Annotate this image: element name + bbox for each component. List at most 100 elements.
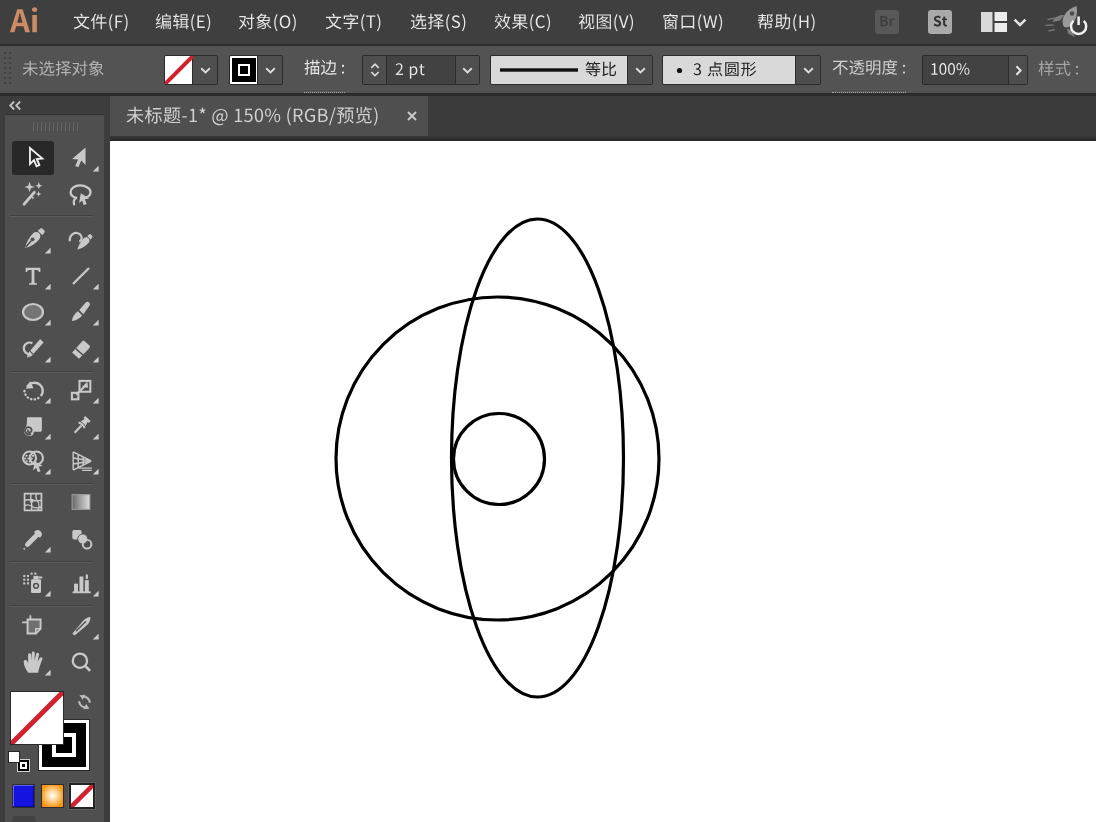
controlbar-grip[interactable] [2, 50, 12, 88]
eraser-tool[interactable] [60, 332, 102, 366]
flyout-triangle-icon [44, 468, 51, 475]
opacity-expand-button[interactable] [1009, 56, 1027, 84]
menu-object[interactable]: 对象(O) [238, 0, 298, 44]
gradient-tool[interactable] [60, 485, 102, 519]
column-graph-icon [68, 570, 94, 596]
direct-selection-icon [68, 145, 94, 171]
flyout-triangle-icon [92, 165, 99, 172]
magic-wand-tool[interactable] [12, 178, 54, 212]
flyout-triangle-icon [44, 247, 51, 254]
brush-select[interactable]: 3 点圆形 [663, 56, 796, 84]
lasso-tool[interactable] [60, 178, 102, 212]
puppet-warp-tool[interactable] [60, 409, 102, 443]
large-circle-shape[interactable] [336, 297, 659, 620]
flyout-triangle-icon [92, 356, 99, 363]
workspace-switcher-icon[interactable] [980, 11, 1008, 33]
opacity-field[interactable]: 100% [923, 56, 1009, 84]
menu-effect[interactable]: 效果(C) [494, 0, 552, 44]
line-segment-tool[interactable] [60, 259, 102, 293]
slice-tool[interactable] [60, 609, 102, 643]
blend-tool[interactable] [60, 522, 102, 556]
chevron-up-icon [370, 63, 380, 69]
opacity-control: 100% [922, 55, 1028, 85]
artboard-tool[interactable] [12, 609, 54, 643]
zoom-tool[interactable] [60, 645, 102, 679]
shape-builder-tool[interactable] [12, 444, 54, 478]
toolbar-separator [10, 371, 93, 372]
warp-tool[interactable] [12, 409, 54, 443]
stroke-chevron-button[interactable] [258, 56, 282, 84]
flyout-triangle-icon [92, 633, 99, 640]
flyout-triangle-icon [44, 546, 51, 553]
flyout-triangle-icon [92, 433, 99, 440]
type-tool[interactable] [12, 259, 54, 293]
mesh-tool[interactable] [12, 485, 54, 519]
perspective-grid-icon [68, 448, 94, 474]
gradient-mode-button[interactable] [41, 784, 64, 808]
flyout-triangle-icon [44, 433, 51, 440]
draw-mode-button[interactable] [12, 816, 36, 822]
stock-button[interactable]: St [928, 10, 952, 34]
eyedropper-tool[interactable] [12, 522, 54, 556]
tools-panel-grip[interactable] [33, 122, 79, 131]
curvature-icon [68, 227, 94, 253]
menu-select[interactable]: 选择(S) [410, 0, 467, 44]
chevron-right-icon [1015, 65, 1022, 76]
fill-swatch[interactable] [165, 56, 193, 84]
width-profile-select[interactable]: 等比 [491, 56, 628, 84]
pen-icon [20, 227, 46, 253]
lasso-icon [68, 182, 94, 208]
gpu-performance-icon[interactable] [1044, 2, 1090, 42]
paintbrush-tool[interactable] [60, 295, 102, 329]
stroke-weight-stepper[interactable] [363, 56, 387, 84]
selection-tool[interactable] [12, 141, 54, 175]
stroke-weight-label[interactable]: 描边 : [304, 46, 345, 93]
hand-tool[interactable] [12, 645, 54, 679]
rocket-power-icon [1044, 2, 1090, 42]
bridge-button[interactable]: Br [875, 10, 899, 34]
none-mode-button[interactable] [69, 783, 95, 809]
stroke-swatch[interactable] [230, 56, 258, 84]
type-icon [20, 263, 46, 289]
small-circle-shape[interactable] [454, 414, 545, 505]
color-mode-button[interactable] [12, 784, 35, 808]
document-tab[interactable]: 未标题-1* @ 150% (RGB/预览) [110, 96, 428, 136]
brush-chevron[interactable] [796, 56, 820, 84]
selection-status: 未选择对象 [22, 46, 105, 93]
stroke-weight-field[interactable]: 2 pt [387, 56, 456, 84]
fill-color-indicator[interactable] [10, 691, 64, 745]
width-profile-chevron[interactable] [628, 56, 652, 84]
menu-file[interactable]: 文件(F) [73, 0, 130, 44]
chevron-down-icon[interactable] [1013, 18, 1027, 27]
shaper-tool[interactable] [12, 332, 54, 366]
column-graph-tool[interactable] [60, 566, 102, 600]
stroke-color-control [229, 55, 283, 85]
vertical-ellipse-shape[interactable] [452, 219, 624, 697]
menu-help[interactable]: 帮助(H) [757, 0, 817, 44]
curvature-tool[interactable] [60, 223, 102, 257]
ellipse-tool[interactable] [12, 295, 54, 329]
menu-window[interactable]: 窗口(W) [662, 0, 724, 44]
tab-close-icon[interactable] [406, 110, 418, 122]
default-fill-stroke-icon[interactable] [8, 751, 30, 772]
zoom-icon [68, 649, 94, 675]
opacity-label[interactable]: 不透明度 : [832, 46, 906, 93]
artboard-canvas[interactable] [110, 141, 1096, 822]
scale-tool[interactable] [60, 373, 102, 407]
rotate-tool[interactable] [12, 373, 54, 407]
blend-icon [68, 526, 94, 552]
symbol-sprayer-tool[interactable] [12, 566, 54, 600]
menu-edit[interactable]: 编辑(E) [155, 0, 212, 44]
pen-tool[interactable] [12, 223, 54, 257]
direct-selection-tool[interactable] [60, 141, 102, 175]
ellipse-icon [20, 299, 46, 325]
flyout-triangle-icon [44, 319, 51, 326]
swap-fill-stroke-icon[interactable] [74, 693, 95, 711]
menu-type[interactable]: 文字(T) [325, 0, 382, 44]
fill-chevron-button[interactable] [193, 56, 217, 84]
stroke-weight-chevron[interactable] [456, 56, 479, 84]
menu-view[interactable]: 视图(V) [578, 0, 635, 44]
collapse-panel-icon[interactable] [8, 100, 22, 111]
perspective-grid-tool[interactable] [60, 444, 102, 478]
toolbar-separator [10, 215, 93, 216]
